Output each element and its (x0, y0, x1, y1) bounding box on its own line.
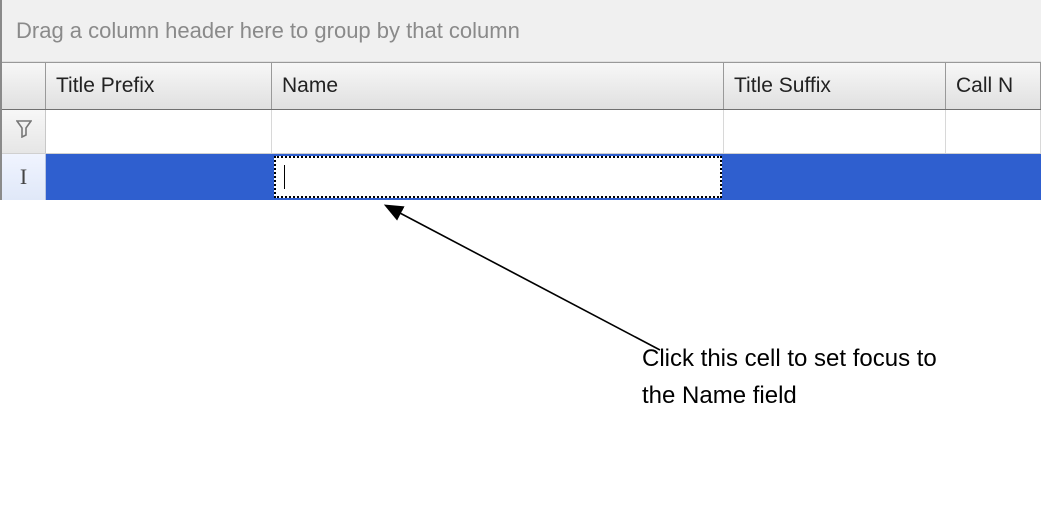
edit-cell-call[interactable] (946, 154, 1041, 200)
filter-cell-call[interactable] (946, 110, 1041, 153)
column-header-label: Name (282, 74, 338, 98)
group-by-panel[interactable]: Drag a column header here to group by th… (2, 0, 1041, 62)
column-header-title-prefix[interactable]: Title Prefix (46, 63, 272, 109)
filter-row-indicator (2, 110, 46, 153)
annotation-text: Click this cell to set focus to the Name… (642, 340, 937, 414)
data-grid: Drag a column header here to group by th… (0, 0, 1041, 200)
filter-cell-title-suffix[interactable] (724, 110, 946, 153)
filter-icon (16, 120, 32, 143)
column-header-row: Title Prefix Name Title Suffix Call N (2, 62, 1041, 110)
auto-filter-row (2, 110, 1041, 154)
annotation-line: the Name field (642, 377, 937, 414)
group-by-hint: Drag a column header here to group by th… (16, 18, 520, 44)
column-header-title-suffix[interactable]: Title Suffix (724, 63, 946, 109)
column-header-label: Title Prefix (56, 74, 154, 98)
column-header-name[interactable]: Name (272, 63, 724, 109)
filter-cell-title-prefix[interactable] (46, 110, 272, 153)
column-header-call[interactable]: Call N (946, 63, 1041, 109)
new-item-row: I (2, 154, 1041, 200)
text-caret-icon (284, 165, 285, 189)
edit-row-indicator: I (2, 154, 46, 200)
annotation-line: Click this cell to set focus to (642, 340, 937, 377)
column-header-label: Title Suffix (734, 74, 831, 98)
edit-cell-title-prefix[interactable] (46, 154, 272, 200)
filter-cell-name[interactable] (272, 110, 724, 153)
edit-cell-name-wrapper (272, 154, 724, 200)
column-header-label: Call N (956, 74, 1013, 98)
edit-cell-name[interactable] (274, 156, 722, 198)
annotation-arrow-icon (380, 202, 680, 372)
edit-cell-title-suffix[interactable] (724, 154, 946, 200)
header-indicator-cell (2, 63, 46, 109)
text-cursor-icon: I (20, 164, 27, 190)
